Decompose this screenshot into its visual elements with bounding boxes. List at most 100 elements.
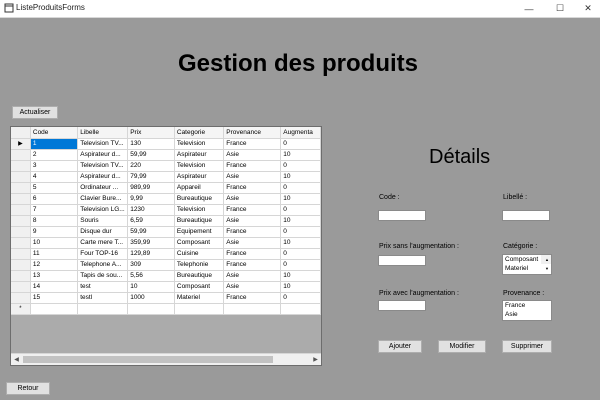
row-header[interactable] bbox=[11, 171, 31, 183]
table-cell[interactable]: 359,99 bbox=[127, 237, 175, 249]
provenance-listbox[interactable]: France Asie bbox=[502, 300, 552, 321]
table-cell[interactable]: testl bbox=[77, 292, 129, 304]
row-header[interactable] bbox=[11, 281, 31, 293]
column-header[interactable]: Code bbox=[30, 127, 79, 139]
table-cell[interactable]: Aspirateur bbox=[174, 171, 225, 183]
products-grid[interactable]: Code Libelle Prix Categorie Provenance A… bbox=[10, 126, 322, 366]
table-cell[interactable]: Equipement bbox=[174, 226, 225, 238]
minimize-button[interactable]: — bbox=[515, 0, 543, 17]
table-cell[interactable]: 0 bbox=[280, 226, 321, 238]
table-row[interactable]: 4 Aspirateur d... 79,99 Aspirateur Asie 10 bbox=[11, 171, 321, 183]
table-cell[interactable]: Asie bbox=[223, 281, 282, 293]
table-row[interactable]: 15 testl 1000 Materiel France 0 bbox=[11, 292, 321, 304]
categorie-listbox[interactable]: Composant Materiel ▲ ▼ bbox=[502, 254, 552, 275]
table-cell[interactable]: 0 bbox=[280, 182, 321, 194]
new-row[interactable]: * bbox=[11, 303, 321, 315]
table-cell[interactable]: 9 bbox=[30, 226, 79, 238]
table-cell[interactable] bbox=[30, 303, 79, 315]
scroll-thumb[interactable] bbox=[23, 356, 273, 363]
table-cell[interactable]: 220 bbox=[127, 160, 175, 172]
table-cell[interactable]: Ordinateur ... bbox=[77, 182, 129, 194]
table-cell[interactable]: 129,89 bbox=[127, 248, 175, 260]
table-row[interactable]: 11 Four TOP-16 129,89 Cuisine France 0 bbox=[11, 248, 321, 260]
back-button[interactable]: Retour bbox=[6, 382, 50, 395]
table-cell[interactable]: Bureautique bbox=[174, 270, 225, 282]
delete-button[interactable]: Supprimer bbox=[502, 340, 552, 353]
table-cell[interactable]: France bbox=[223, 182, 282, 194]
table-cell[interactable]: Television LG... bbox=[77, 204, 129, 216]
maximize-button[interactable]: ☐ bbox=[546, 0, 574, 17]
table-cell[interactable]: France bbox=[223, 292, 282, 304]
table-row[interactable]: 10 Carte mere T... 359,99 Composant Asie 10 bbox=[11, 237, 321, 249]
table-cell[interactable]: 130 bbox=[127, 138, 175, 150]
modify-button[interactable]: Modifier bbox=[438, 340, 486, 353]
row-header[interactable] bbox=[11, 270, 31, 282]
row-header[interactable] bbox=[11, 204, 31, 216]
table-row[interactable]: 6 Clavier Bure... 9,99 Bureautique Asie 10 bbox=[11, 193, 321, 205]
table-cell[interactable]: 10 bbox=[280, 237, 321, 249]
table-cell[interactable]: 5,56 bbox=[127, 270, 175, 282]
table-cell[interactable]: 9,99 bbox=[127, 193, 175, 205]
row-header[interactable] bbox=[11, 259, 31, 271]
row-header[interactable] bbox=[11, 160, 31, 172]
horizontal-scrollbar[interactable]: ◀ ▶ bbox=[11, 353, 321, 365]
table-cell[interactable]: 4 bbox=[30, 171, 79, 183]
table-row[interactable]: 9 Disque dur 59,99 Equipement France 0 bbox=[11, 226, 321, 238]
table-cell[interactable]: 2 bbox=[30, 149, 79, 161]
table-row[interactable]: 13 Tapis de sou... 5,56 Bureautique Asie 10 bbox=[11, 270, 321, 282]
table-cell[interactable]: 1230 bbox=[127, 204, 175, 216]
table-cell[interactable]: 10 bbox=[127, 281, 175, 293]
table-cell[interactable]: Television bbox=[174, 138, 225, 150]
scroll-left-icon[interactable]: ◀ bbox=[11, 354, 22, 365]
table-cell[interactable]: 11 bbox=[30, 248, 79, 260]
table-cell[interactable] bbox=[280, 303, 321, 315]
table-cell[interactable] bbox=[77, 303, 129, 315]
table-cell[interactable]: Asie bbox=[223, 149, 282, 161]
table-cell[interactable]: Appareil bbox=[174, 182, 225, 194]
table-row[interactable]: 5 Ordinateur ... 989,99 Appareil France 0 bbox=[11, 182, 321, 194]
row-header[interactable] bbox=[11, 292, 31, 304]
table-cell[interactable]: 6,59 bbox=[127, 215, 175, 227]
table-cell[interactable]: 3 bbox=[30, 160, 79, 172]
table-cell[interactable]: Television TV... bbox=[77, 138, 129, 150]
table-cell[interactable]: Aspirateur bbox=[174, 149, 225, 161]
table-cell[interactable]: 0 bbox=[280, 138, 321, 150]
table-cell[interactable]: Aspirateur d... bbox=[77, 171, 129, 183]
table-cell[interactable]: 10 bbox=[30, 237, 79, 249]
table-cell[interactable]: 10 bbox=[280, 149, 321, 161]
table-cell[interactable]: Asie bbox=[223, 237, 282, 249]
table-cell[interactable]: France bbox=[223, 226, 282, 238]
table-cell[interactable]: Bureautique bbox=[174, 215, 225, 227]
scroll-right-icon[interactable]: ▶ bbox=[310, 354, 321, 365]
table-cell[interactable]: 15 bbox=[30, 292, 79, 304]
table-cell[interactable]: 0 bbox=[280, 292, 321, 304]
table-cell[interactable]: 0 bbox=[280, 259, 321, 271]
provenance-option[interactable]: France bbox=[503, 301, 551, 310]
table-cell[interactable]: 13 bbox=[30, 270, 79, 282]
row-header[interactable] bbox=[11, 215, 31, 227]
table-cell[interactable]: 0 bbox=[280, 204, 321, 216]
code-field[interactable] bbox=[378, 210, 426, 221]
table-cell[interactable]: 59,99 bbox=[127, 226, 175, 238]
row-header[interactable] bbox=[11, 237, 31, 249]
column-header[interactable]: Prix bbox=[127, 127, 175, 139]
table-cell[interactable]: Souris bbox=[77, 215, 129, 227]
table-cell[interactable]: Aspirateur d... bbox=[77, 149, 129, 161]
listbox-scroll-icon[interactable]: ▲ ▼ bbox=[541, 255, 551, 271]
table-cell[interactable]: 5 bbox=[30, 182, 79, 194]
table-cell[interactable]: 0 bbox=[280, 248, 321, 260]
table-row[interactable]: 14 test 10 Composant Asie 10 bbox=[11, 281, 321, 293]
table-cell[interactable]: Asie bbox=[223, 270, 282, 282]
table-cell[interactable]: 10 bbox=[280, 281, 321, 293]
table-cell[interactable] bbox=[174, 303, 225, 315]
table-cell[interactable]: Asie bbox=[223, 171, 282, 183]
table-cell[interactable]: 989,99 bbox=[127, 182, 175, 194]
table-cell[interactable]: 12 bbox=[30, 259, 79, 271]
table-cell[interactable]: Clavier Bure... bbox=[77, 193, 129, 205]
table-cell[interactable]: 79,99 bbox=[127, 171, 175, 183]
table-cell[interactable] bbox=[127, 303, 175, 315]
row-header[interactable]: ▶ bbox=[11, 138, 31, 150]
table-cell[interactable]: 10 bbox=[280, 193, 321, 205]
table-cell[interactable]: 309 bbox=[127, 259, 175, 271]
table-cell[interactable]: 7 bbox=[30, 204, 79, 216]
